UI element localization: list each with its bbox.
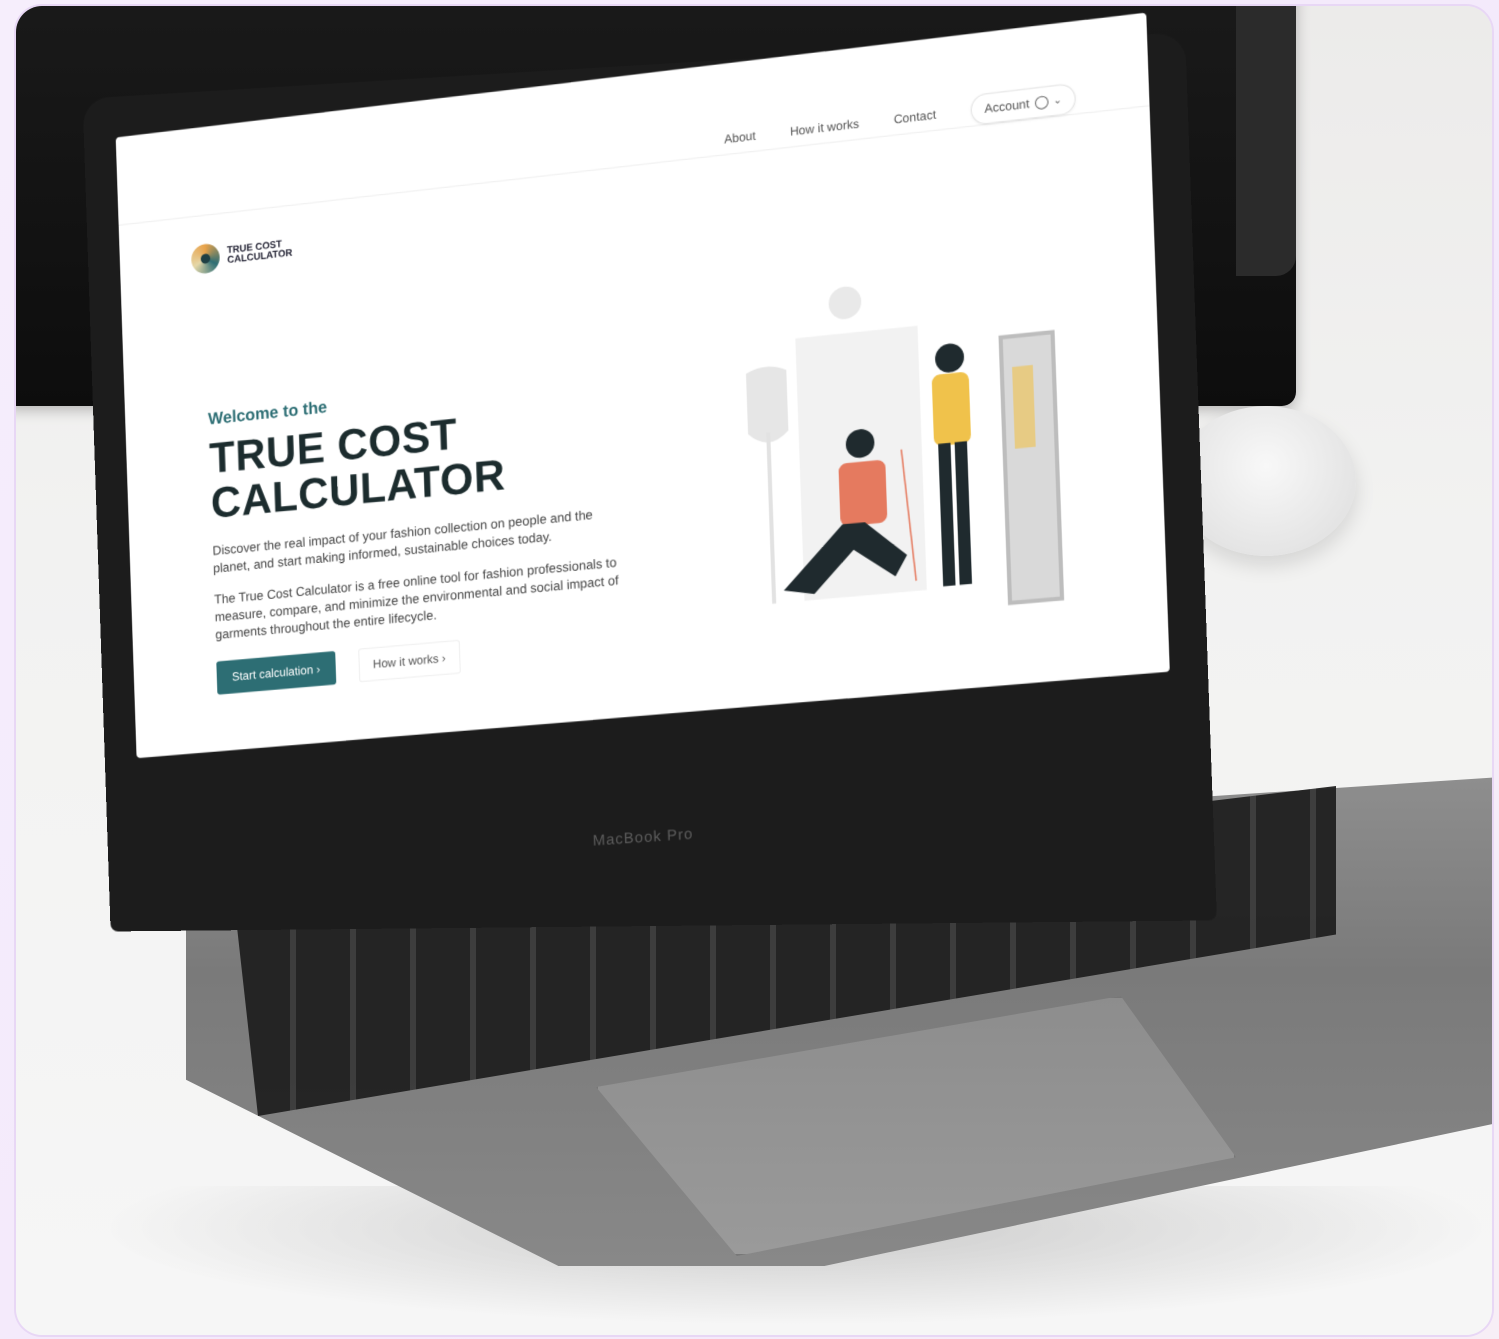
globe-icon	[1034, 94, 1049, 110]
woman-head	[934, 342, 965, 374]
logo-text: TRUE COST CALCULATOR	[226, 239, 293, 266]
laptop-lid: About How it works Contact Account ⌄ TRU…	[82, 12, 1217, 932]
mirror-reflection	[1012, 364, 1036, 449]
logo-icon	[190, 242, 221, 275]
tailor-shirt	[838, 459, 888, 527]
woman-leg-right	[954, 441, 973, 585]
nav-contact[interactable]: Contact	[893, 107, 936, 126]
woman-top	[931, 371, 972, 447]
tailor-illustration	[745, 284, 1105, 659]
laptop-screen: About How it works Contact Account ⌄ TRU…	[115, 12, 1170, 759]
chevron-down-icon: ⌄	[1053, 94, 1063, 107]
hero-section: Welcome to the TRUE COST CALCULATOR Disc…	[208, 368, 624, 695]
account-label: Account	[984, 96, 1030, 116]
how-it-works-button[interactable]: How it works ›	[357, 639, 461, 683]
mannequin-stand	[768, 432, 774, 603]
nav-about[interactable]: About	[724, 129, 756, 147]
start-calculation-button[interactable]: Start calculation ›	[216, 650, 337, 695]
photo-frame: About How it works Contact Account ⌄ TRU…	[16, 6, 1492, 1335]
nav-how-it-works[interactable]: How it works	[790, 116, 859, 138]
laptop-brand-label: MacBook Pro	[592, 825, 694, 850]
wall-clock	[828, 284, 862, 321]
site-logo[interactable]: TRUE COST CALCULATOR	[190, 232, 313, 275]
background-monitor-edge	[1236, 6, 1296, 276]
nav-links: About How it works Contact Account ⌄	[724, 82, 1077, 155]
account-menu-button[interactable]: Account ⌄	[970, 82, 1077, 126]
woman-leg-left	[938, 442, 956, 587]
